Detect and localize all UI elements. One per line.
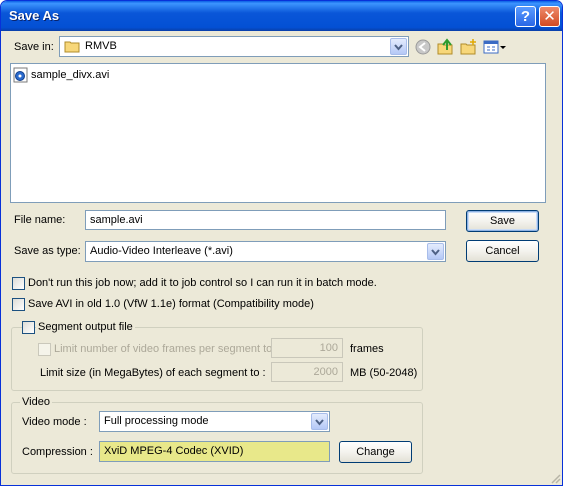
segment-output-checkbox[interactable] — [22, 321, 35, 334]
file-name-label: File name: — [14, 214, 66, 226]
title-bar[interactable]: Save As ? ✕ — [1, 1, 562, 31]
save-as-type-label: Save as type: — [14, 245, 81, 257]
save-as-dialog: Save As ? ✕ Save in: RMVB sample_divx.av… — [0, 0, 563, 486]
size-input[interactable]: 2000 — [271, 362, 343, 382]
folder-icon — [64, 40, 80, 56]
cancel-button[interactable]: Cancel — [466, 240, 539, 262]
save-as-type-combo[interactable]: Audio-Video Interleave (*.avi) — [85, 241, 446, 262]
segment-output-label: Segment output file — [36, 321, 135, 333]
file-item-name: sample_divx.avi — [31, 69, 110, 81]
compression-label: Compression : — [22, 446, 93, 458]
old-avi-label: Save AVI in old 1.0 (VfW 1.1e) format (C… — [28, 298, 314, 310]
help-button[interactable]: ? — [515, 6, 536, 27]
back-icon[interactable] — [415, 39, 431, 58]
save-in-value: RMVB — [85, 40, 117, 52]
batch-mode-label: Don't run this job now; add it to job co… — [28, 277, 377, 289]
save-in-combo[interactable]: RMVB — [59, 36, 409, 57]
size-unit-label: MB (50-2048) — [350, 367, 418, 379]
compression-field: XviD MPEG-4 Codec (XVID) — [99, 441, 330, 462]
file-item[interactable]: sample_divx.avi — [13, 67, 213, 83]
close-button[interactable]: ✕ — [539, 6, 560, 27]
save-as-type-value: Audio-Video Interleave (*.avi) — [90, 245, 233, 257]
limit-frames-label: Limit number of video frames per segment… — [54, 343, 273, 355]
old-avi-checkbox[interactable] — [12, 298, 25, 311]
avi-file-icon — [13, 67, 29, 86]
up-folder-icon[interactable] — [437, 38, 455, 59]
resize-grip-icon[interactable] — [549, 472, 561, 485]
video-mode-value: Full processing mode — [104, 415, 209, 427]
window-title: Save As — [9, 8, 60, 23]
video-mode-label: Video mode : — [22, 416, 87, 428]
segment-group — [11, 327, 423, 391]
limit-frames-checkbox[interactable] — [38, 343, 51, 356]
limit-size-label: Limit size (in MegaBytes) of each segmen… — [40, 367, 266, 379]
chevron-down-icon[interactable] — [390, 38, 407, 55]
new-folder-icon[interactable] — [460, 38, 478, 59]
frames-unit-label: frames — [350, 343, 384, 355]
change-button[interactable]: Change — [339, 441, 412, 463]
save-in-label: Save in: — [14, 41, 54, 53]
video-group-title: Video — [20, 396, 52, 408]
chevron-down-icon[interactable] — [311, 413, 328, 430]
frames-input[interactable]: 100 — [271, 338, 343, 358]
video-mode-combo[interactable]: Full processing mode — [99, 411, 330, 432]
batch-mode-checkbox[interactable] — [12, 277, 25, 290]
chevron-down-icon[interactable] — [427, 243, 444, 260]
file-list[interactable]: sample_divx.avi — [10, 63, 546, 203]
view-menu-icon[interactable] — [483, 39, 507, 58]
file-name-input[interactable]: sample.avi — [85, 210, 446, 230]
save-button[interactable]: Save — [466, 210, 539, 232]
